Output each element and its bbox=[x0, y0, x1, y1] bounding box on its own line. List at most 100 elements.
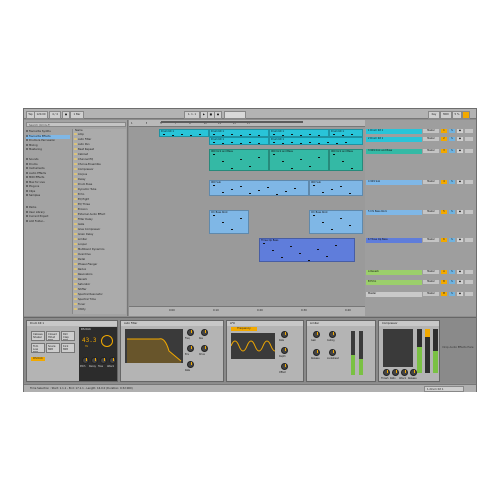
arm-button[interactable]: ● bbox=[457, 210, 463, 214]
solo-button[interactable]: S bbox=[449, 270, 455, 274]
lfo-mode-button[interactable]: Frequency bbox=[231, 327, 257, 331]
category-item[interactable]: Plug-ins bbox=[26, 185, 70, 189]
ds-kick-device[interactable]: DS Kick 43.3 Hz Pitch Decay Tone Attack bbox=[79, 327, 117, 381]
browser-item[interactable]: Auto Pan bbox=[74, 143, 126, 147]
track-routing-dropdown[interactable]: Master bbox=[423, 210, 439, 214]
arm-button[interactable]: ● bbox=[457, 238, 463, 242]
category-item[interactable]: Drums bbox=[26, 162, 70, 167]
place-item[interactable]: Packs bbox=[26, 206, 70, 210]
knob-control[interactable] bbox=[201, 329, 208, 336]
collection-item[interactable]: Drums & Percussion bbox=[26, 139, 70, 143]
solo-button[interactable]: S bbox=[449, 129, 455, 133]
track-header[interactable]: 1 Drum Kit 1 bbox=[366, 129, 422, 134]
browser-item[interactable]: EQ Three bbox=[74, 203, 126, 207]
collection-item[interactable]: Mastering bbox=[26, 148, 70, 152]
arm-button[interactable]: ● bbox=[457, 292, 463, 296]
collection-item[interactable]: Favourite Effects bbox=[26, 134, 70, 139]
browser-item[interactable]: Saturator bbox=[74, 283, 126, 287]
track-volume-field[interactable] bbox=[465, 238, 473, 242]
category-item[interactable]: Audio Effects bbox=[26, 171, 70, 176]
drum-pad[interactable]: Tom Low 808 bbox=[31, 343, 45, 353]
knob-control[interactable] bbox=[100, 357, 107, 364]
knob-control[interactable] bbox=[410, 369, 417, 376]
time-signature-field[interactable]: 4 / 4 bbox=[49, 111, 61, 119]
track-activator-button[interactable]: 4 bbox=[441, 180, 447, 184]
browser-item[interactable]: Drum Buss bbox=[74, 183, 126, 187]
track-routing-dropdown[interactable]: Master bbox=[423, 137, 439, 141]
browser-item[interactable]: Grain Delay bbox=[74, 233, 126, 237]
drum-pad[interactable]: Rim Clap 808 bbox=[61, 331, 75, 341]
knob-control[interactable] bbox=[329, 349, 336, 356]
browser-item[interactable]: Resonators bbox=[74, 273, 126, 277]
browser-item[interactable]: Cabinet bbox=[74, 153, 126, 157]
browser-item[interactable]: Tuner bbox=[74, 303, 126, 307]
knob-control[interactable] bbox=[201, 345, 208, 352]
track-routing-dropdown[interactable]: Master bbox=[423, 180, 439, 184]
knob-control[interactable] bbox=[401, 369, 408, 376]
browser-item[interactable]: Corpus bbox=[74, 173, 126, 177]
compressor-device[interactable]: Compressor Thresh Ratio Attack Release bbox=[378, 320, 440, 382]
limiter-device[interactable]: Limiter Gain Ceiling Release Lookahead bbox=[306, 320, 376, 382]
arrangement-clip[interactable]: Three Op Bass bbox=[259, 238, 355, 262]
arrangement-clip[interactable]: Chi Bass Rock bbox=[209, 210, 249, 234]
category-item[interactable]: Samples bbox=[26, 194, 70, 198]
browser-item[interactable]: Filter Delay bbox=[74, 218, 126, 222]
track-routing-dropdown[interactable]: Master bbox=[423, 280, 439, 284]
knob-control[interactable] bbox=[313, 331, 320, 338]
drum-pad[interactable]: Cabasa Shaker bbox=[31, 331, 45, 341]
arrangement-clip[interactable]: 909 Kick and Bass bbox=[329, 149, 363, 171]
browser-item[interactable]: Limiter bbox=[74, 238, 126, 242]
arm-button[interactable]: ● bbox=[457, 137, 463, 141]
knob-control[interactable] bbox=[91, 357, 98, 364]
browser-item[interactable]: Redux bbox=[74, 268, 126, 272]
knob-control[interactable] bbox=[329, 331, 336, 338]
knob-control[interactable] bbox=[281, 347, 288, 354]
drum-chain-selector[interactable]: DS Kick bbox=[31, 357, 45, 361]
browser-item[interactable]: Echo bbox=[74, 193, 126, 197]
browser-item[interactable]: Overdrive bbox=[74, 253, 126, 257]
place-item[interactable]: User Library bbox=[26, 210, 70, 215]
arrangement-clip[interactable]: Drum Kit 1 bbox=[159, 129, 209, 137]
solo-button[interactable]: S bbox=[449, 280, 455, 284]
track-volume-field[interactable] bbox=[465, 292, 473, 296]
search-input[interactable]: Search (Cmd+F) bbox=[26, 122, 126, 127]
solo-button[interactable]: S bbox=[449, 180, 455, 184]
track-activator-button[interactable]: 6 bbox=[441, 238, 447, 242]
track-routing-dropdown[interactable]: Master bbox=[423, 292, 439, 296]
key-map-button[interactable]: Key bbox=[428, 111, 440, 119]
category-item[interactable]: Clips bbox=[26, 189, 70, 194]
knob-control[interactable] bbox=[313, 349, 320, 356]
arrangement-clip[interactable]: Drum Kit 1 bbox=[329, 129, 363, 137]
track-volume-field[interactable] bbox=[465, 129, 473, 133]
track-volume-field[interactable] bbox=[465, 270, 473, 274]
track-header[interactable]: 2 Drum Kit 1 bbox=[366, 137, 422, 142]
track-routing-dropdown[interactable]: Master bbox=[423, 238, 439, 242]
tempo-field[interactable]: 120.00 bbox=[34, 111, 48, 119]
track-volume-field[interactable] bbox=[465, 210, 473, 214]
browser-item[interactable]: Amp bbox=[74, 133, 126, 137]
browser-item[interactable]: Phaser-Flanger bbox=[74, 263, 126, 267]
track-header[interactable]: B Echo bbox=[366, 280, 422, 285]
browser-item[interactable]: Erosion bbox=[74, 208, 126, 212]
track-routing-dropdown[interactable]: Master bbox=[423, 270, 439, 274]
record-icon[interactable]: ● bbox=[214, 111, 222, 119]
arrangement-clip[interactable]: 909 Kick and Bass bbox=[209, 149, 269, 171]
track-volume-field[interactable] bbox=[465, 137, 473, 141]
track-volume-field[interactable] bbox=[465, 180, 473, 184]
browser-item[interactable]: Auto Filter bbox=[74, 138, 126, 142]
track-activator-button[interactable]: A bbox=[441, 270, 447, 274]
filter-curve-display[interactable] bbox=[125, 329, 183, 363]
category-item[interactable]: MIDI Effects bbox=[26, 176, 70, 180]
arrangement-clip[interactable]: Drum Kit 1 bbox=[209, 137, 269, 145]
browser-item[interactable]: Multiband Dynamics bbox=[74, 248, 126, 252]
solo-button[interactable]: S bbox=[449, 210, 455, 214]
browser-item[interactable]: Chorus-Ensemble bbox=[74, 163, 126, 167]
browser-item[interactable]: Dynamic Tube bbox=[74, 188, 126, 192]
arrangement-clip[interactable]: Chi Bass Rock bbox=[309, 210, 363, 234]
knob-control[interactable] bbox=[187, 345, 194, 352]
browser-item[interactable]: Delay bbox=[74, 178, 126, 182]
lfo-device[interactable]: LFO Frequency Rate Depth Offset bbox=[226, 320, 304, 382]
track-header[interactable]: A Reverb bbox=[366, 270, 422, 275]
arrangement-clip[interactable]: Drum Kit 1 bbox=[269, 129, 329, 137]
track-volume-field[interactable] bbox=[465, 149, 473, 153]
